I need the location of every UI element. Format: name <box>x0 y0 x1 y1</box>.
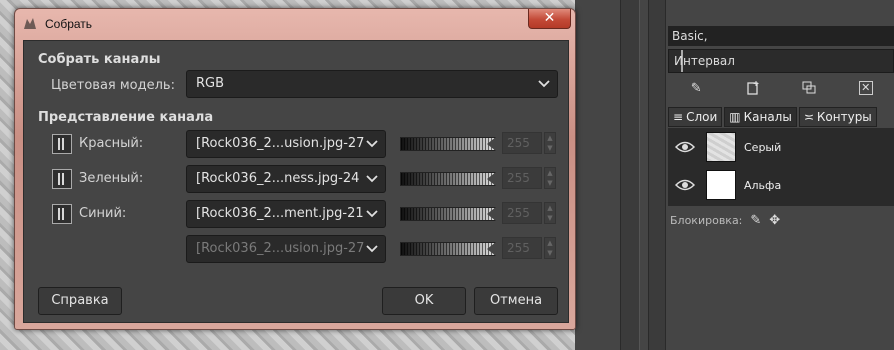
compose-section-title: Собрать каналы <box>38 52 161 67</box>
tab-layers[interactable]: ≡ Слои <box>668 107 723 127</box>
channel-section-title: Представление канала <box>38 110 214 125</box>
chevron-down-icon <box>366 175 378 183</box>
color-model-value: RGB <box>196 76 225 91</box>
layers-icon: ≡ <box>673 110 684 124</box>
title-bar[interactable]: Собрать ✕ <box>15 9 575 39</box>
color-model-label: Цветовая модель: <box>51 78 175 93</box>
channel-label-green: Зеленый: <box>79 171 144 186</box>
channel-value-stepper-blue[interactable]: ▲ ▼ <box>544 202 556 224</box>
channel-source-select-blue[interactable]: [Rock036_2...ment.jpg-21 <box>186 200 386 228</box>
lock-label: Блокировка: <box>670 213 743 227</box>
lock-pixels-icon[interactable]: ✎ <box>750 213 761 228</box>
tab-channels[interactable]: ▥ Каналы <box>724 107 797 127</box>
close-button[interactable]: ✕ <box>528 9 571 29</box>
channel-source-value: [Rock036_2...ment.jpg-21 <box>196 206 364 221</box>
paths-icon: ≍ <box>803 110 814 124</box>
chevron-down-icon <box>366 245 378 253</box>
tab-paths-label: Контуры <box>816 110 872 124</box>
channel-source-select-green[interactable]: [Rock036_2...ness.jpg-24 <box>186 165 386 193</box>
channel-source-select-alpha[interactable]: [Rock036_2...usion.jpg-27 <box>186 235 386 263</box>
channel-value-stepper-red[interactable]: ▲ ▼ <box>544 132 556 154</box>
channel-value-slider-red[interactable] <box>400 137 496 151</box>
channel-label-blue: Синий: <box>79 206 127 221</box>
channel-value-slider-blue[interactable] <box>400 207 496 221</box>
duplicate-icon[interactable] <box>799 79 819 97</box>
tab-channels-label: Каналы <box>743 110 792 124</box>
spacing-slider[interactable]: Интервал <box>668 49 894 73</box>
visibility-eye-icon[interactable] <box>668 178 702 192</box>
channel-mask-checkbox-red[interactable] <box>52 134 72 154</box>
channel-source-select-red[interactable]: [Rock036_2...usion.jpg-27 <box>186 130 386 158</box>
channel-row-gray[interactable]: Серый <box>668 128 894 166</box>
lock-position-icon[interactable]: ✥ <box>769 213 780 228</box>
channel-source-value: [Rock036_2...usion.jpg-27 <box>196 136 365 151</box>
color-model-select[interactable]: RGB <box>186 70 558 98</box>
chevron-down-icon <box>538 80 550 88</box>
dock-toolbar: ✎ ✕ <box>668 76 894 100</box>
channels-icon: ▥ <box>729 110 741 124</box>
channel-value-stepper-green[interactable]: ▲ ▼ <box>544 167 556 189</box>
ok-button[interactable]: OK <box>382 287 466 315</box>
channel-thumbnail <box>706 170 736 200</box>
help-button[interactable]: Справка <box>38 287 122 315</box>
chevron-down-icon <box>366 210 378 218</box>
brush-name-field[interactable]: Basic, <box>668 26 894 46</box>
cancel-button[interactable]: Отмена <box>474 287 558 315</box>
tab-layers-label: Слои <box>686 110 718 124</box>
compose-dialog: Собрать ✕ Собрать каналы Цветовая модель… <box>14 8 576 330</box>
delete-icon[interactable]: ✕ <box>856 79 876 97</box>
channel-value-input-green[interactable]: 255 <box>502 167 542 189</box>
channel-row-alpha[interactable]: Альфа <box>668 166 894 204</box>
dock-tabs: ≡ Слои ▥ Каналы ≍ Контуры <box>666 107 894 127</box>
channel-value-input-blue[interactable]: 255 <box>502 202 542 224</box>
lock-row: Блокировка: ✎ ✥ <box>668 210 894 230</box>
channel-mask-checkbox-green[interactable] <box>52 169 72 189</box>
dock-handle-left[interactable] <box>620 0 640 350</box>
window-title: Собрать <box>45 17 93 31</box>
spacing-label: Интервал <box>674 54 735 68</box>
channel-name: Серый <box>744 140 782 154</box>
channel-thumbnail <box>706 132 736 162</box>
visibility-eye-icon[interactable] <box>668 140 702 154</box>
channel-value-input-red[interactable]: 255 <box>502 132 542 154</box>
chevron-down-icon <box>366 140 378 148</box>
new-channel-icon[interactable] <box>743 79 763 97</box>
channel-value-slider-alpha[interactable] <box>400 242 496 256</box>
channel-mask-checkbox-blue[interactable] <box>52 204 72 224</box>
dock-handle-right[interactable] <box>648 0 666 350</box>
channel-label-red: Красный: <box>79 136 144 151</box>
edit-icon[interactable]: ✎ <box>686 79 706 97</box>
dialog-content: Собрать каналы Цветовая модель: RGB Пред… <box>23 40 569 323</box>
channel-source-value: [Rock036_2...ness.jpg-24 <box>196 171 360 186</box>
channel-list: Серый Альфа <box>668 128 894 206</box>
channels-dock: Basic, Интервал ✎ ✕ ≡ Слои ▥ Каналы ≍ Ко… <box>666 0 894 350</box>
channel-name: Альфа <box>744 178 782 192</box>
tab-paths[interactable]: ≍ Контуры <box>798 107 877 127</box>
channel-value-slider-green[interactable] <box>400 172 496 186</box>
gimp-icon <box>24 18 36 29</box>
channel-value-input-alpha[interactable]: 255 <box>502 237 542 259</box>
channel-value-stepper-alpha[interactable]: ▲ ▼ <box>544 237 556 259</box>
channel-source-value: [Rock036_2...usion.jpg-27 <box>196 241 365 256</box>
